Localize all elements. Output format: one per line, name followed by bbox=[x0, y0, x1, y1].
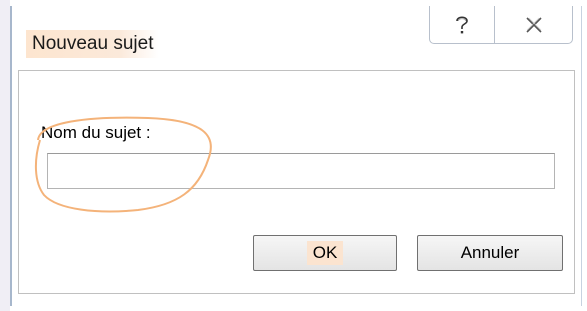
screenshot-stage: Nouveau sujet Nom du sujet: OK Annuler bbox=[0, 0, 587, 311]
help-icon bbox=[456, 15, 468, 33]
dialog-body: Nom du sujet : OK Annuler bbox=[18, 70, 575, 294]
background-edge bbox=[0, 0, 10, 311]
cancel-button[interactable]: Annuler bbox=[417, 235, 563, 271]
title-bar[interactable]: Nouveau sujet bbox=[12, 6, 581, 64]
dialog-window: Nouveau sujet Nom du sujet: OK Annuler bbox=[10, 6, 582, 306]
ok-button[interactable]: OK bbox=[253, 235, 397, 271]
ok-button-label: OK bbox=[306, 241, 344, 265]
subject-name-input[interactable] bbox=[47, 153, 555, 189]
help-button[interactable] bbox=[429, 6, 495, 44]
close-button[interactable] bbox=[495, 6, 573, 44]
subject-name-label: Nom du sujet : bbox=[41, 123, 151, 142]
title-buttons bbox=[429, 6, 573, 44]
cancel-button-label: Annuler bbox=[460, 243, 520, 262]
dialog-title: Nouveau sujet bbox=[26, 30, 160, 58]
close-icon bbox=[525, 16, 542, 33]
